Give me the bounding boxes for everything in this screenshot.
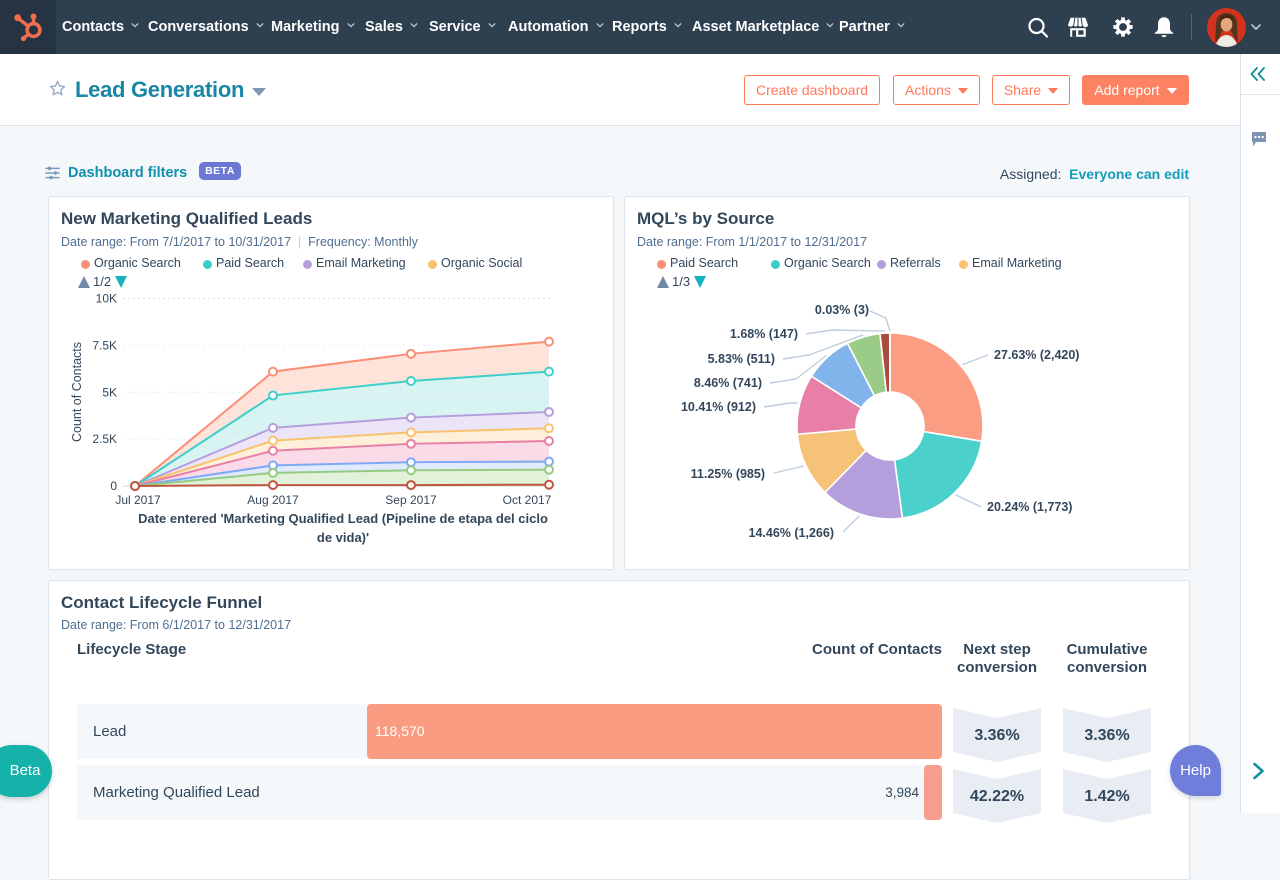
svg-text:14.46% (1,266): 14.46% (1,266) <box>749 526 834 540</box>
svg-text:7.5K: 7.5K <box>92 338 117 352</box>
svg-text:8.46% (741): 8.46% (741) <box>694 376 762 390</box>
svg-text:Aug 2017: Aug 2017 <box>247 493 299 507</box>
svg-text:10K: 10K <box>96 292 117 306</box>
svg-text:11.25% (985): 11.25% (985) <box>691 467 765 481</box>
svg-text:Oct 2017: Oct 2017 <box>503 493 552 507</box>
svg-text:Count of Contacts: Count of Contacts <box>70 342 84 442</box>
svg-text:1.68% (147): 1.68% (147) <box>730 327 798 341</box>
svg-text:10.41% (912): 10.41% (912) <box>681 400 756 414</box>
svg-text:Jul 2017: Jul 2017 <box>115 493 161 507</box>
svg-text:27.63% (2,420): 27.63% (2,420) <box>994 348 1079 362</box>
svg-text:Sep 2017: Sep 2017 <box>385 493 437 507</box>
svg-text:20.24% (1,773): 20.24% (1,773) <box>987 500 1072 514</box>
svg-text:0.03% (3): 0.03% (3) <box>815 303 869 317</box>
svg-text:2.5K: 2.5K <box>92 432 117 446</box>
svg-text:0: 0 <box>110 479 117 493</box>
svg-text:5.83% (511): 5.83% (511) <box>708 352 775 366</box>
svg-text:5K: 5K <box>102 385 117 399</box>
